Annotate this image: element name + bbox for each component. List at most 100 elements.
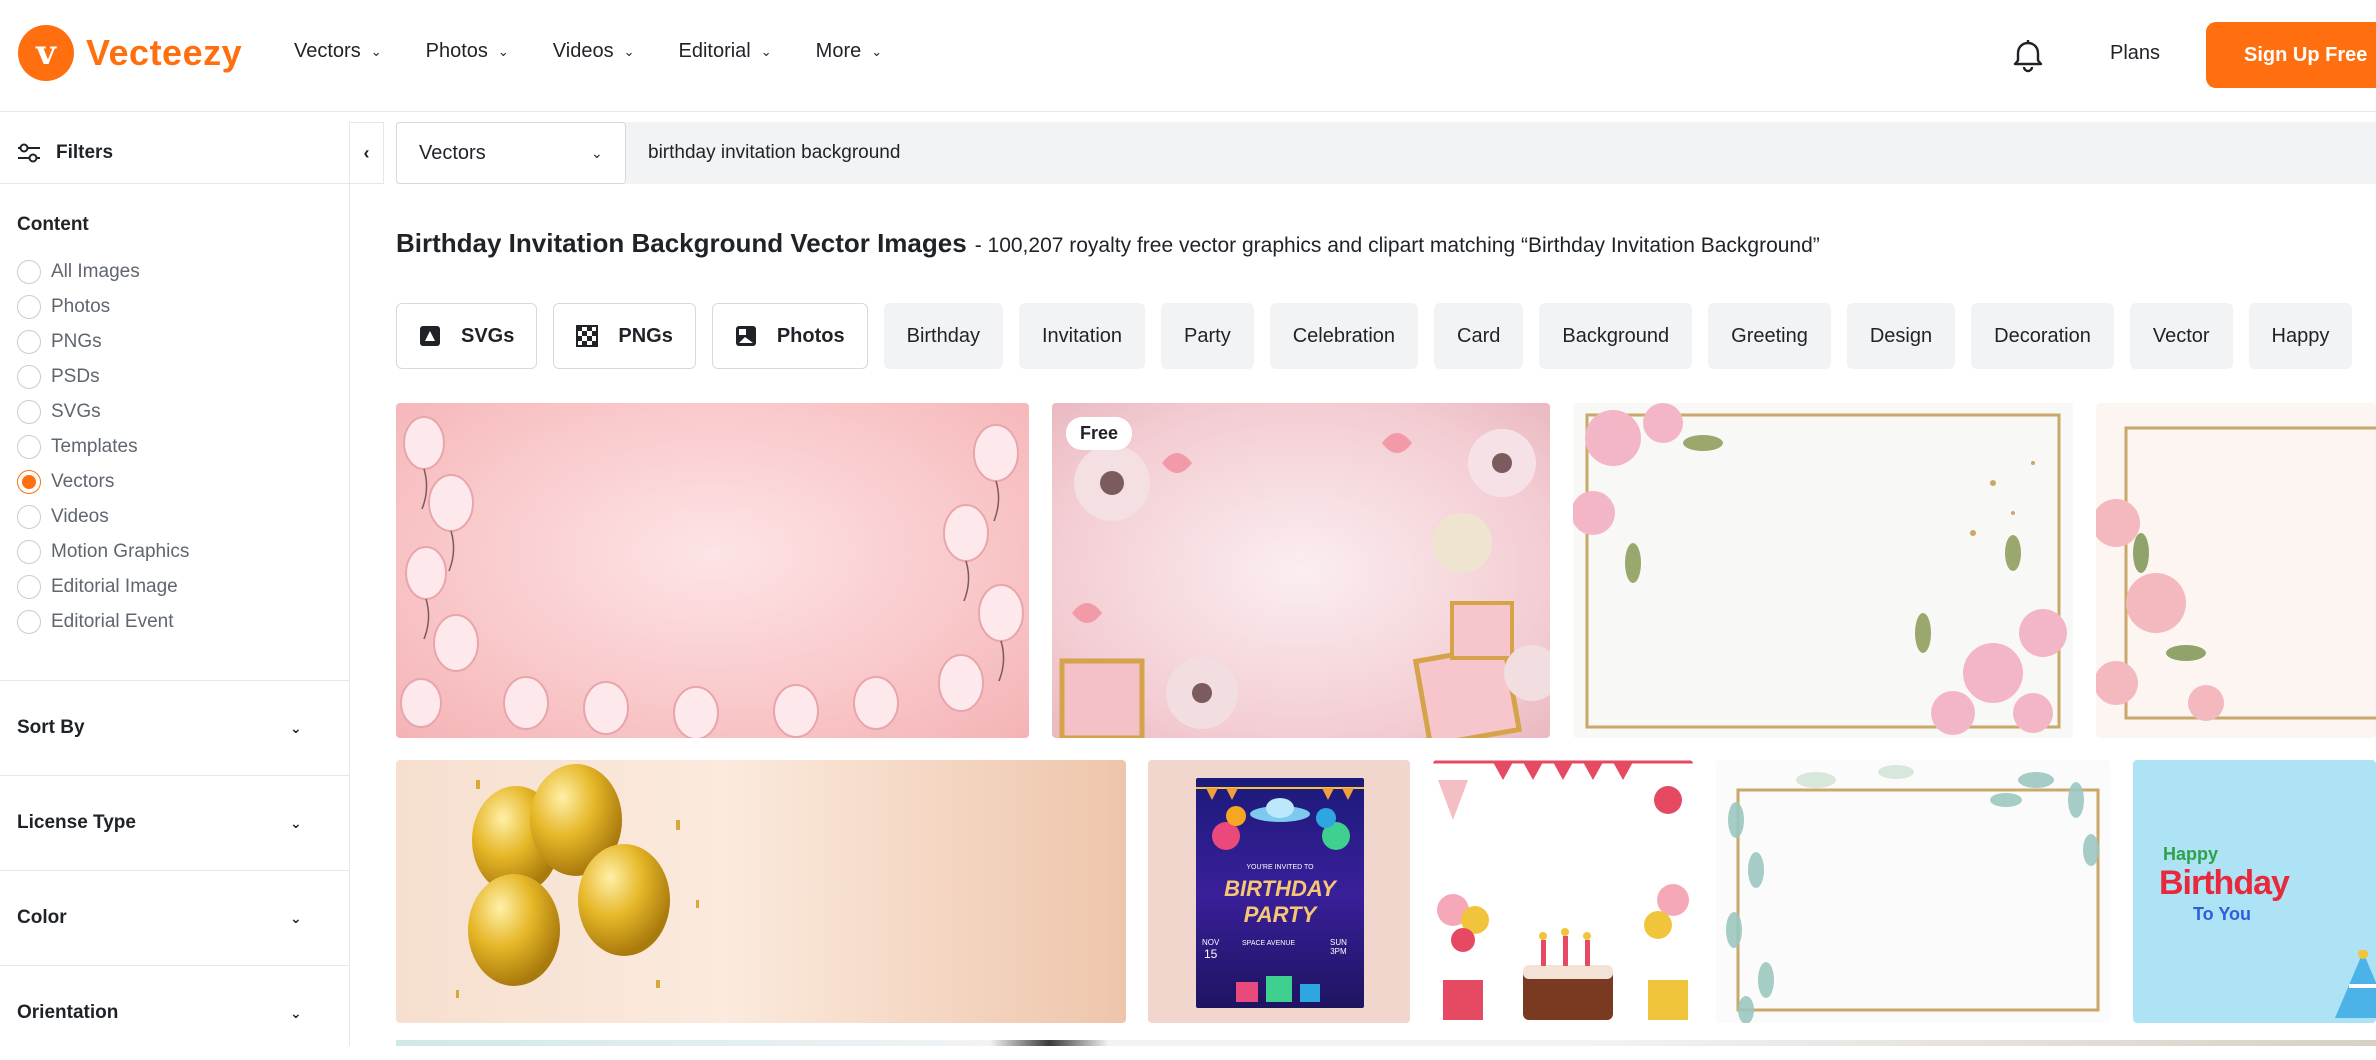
- content-option-editorial-image[interactable]: Editorial Image: [17, 569, 349, 604]
- content-option-pngs[interactable]: PNGs: [17, 324, 349, 359]
- radio-button[interactable]: [17, 504, 41, 529]
- content-option-editorial-event[interactable]: Editorial Event: [17, 604, 349, 639]
- notification-bell-icon[interactable]: [2008, 36, 2048, 76]
- content-option-templates[interactable]: Templates: [17, 429, 349, 464]
- content-type-dropdown[interactable]: Vectors ⌄: [396, 122, 626, 184]
- chevron-down-icon: ⌄: [290, 1004, 302, 1021]
- results-heading: Birthday Invitation Background Vector Im…: [396, 228, 1820, 259]
- chip-pngs[interactable]: PNGs: [553, 303, 696, 369]
- content-option-psds[interactable]: PSDs: [17, 359, 349, 394]
- result-tile-cake-frame[interactable]: [1433, 760, 1693, 1023]
- result-tile-happy-birthday[interactable]: Happy Birthday To You: [2133, 760, 2376, 1023]
- radio-button[interactable]: [17, 364, 41, 389]
- chip-birthday[interactable]: Birthday: [883, 303, 1003, 369]
- nav-videos-label: Videos: [552, 40, 614, 62]
- result-tile-eucalyptus-frame[interactable]: [1716, 760, 2110, 1023]
- result-tile-floral-frame[interactable]: [1573, 403, 2073, 738]
- chip-party[interactable]: Party: [1161, 303, 1254, 369]
- svg-file-icon: [420, 326, 440, 346]
- option-label: SVGs: [51, 400, 101, 422]
- radio-button[interactable]: [17, 399, 41, 424]
- flyer-time: SUN 3PM: [1330, 938, 1347, 956]
- gifts-flowers-illustration: [1059, 429, 1550, 738]
- chip-svgs[interactable]: SVGs: [396, 303, 538, 369]
- nav-editorial[interactable]: Editorial ⌄: [678, 40, 771, 63]
- birthday-text: Birthday: [2159, 864, 2290, 902]
- radio-button[interactable]: [17, 329, 41, 354]
- content-option-photos[interactable]: Photos: [17, 289, 349, 324]
- sort-by-accordion[interactable]: Sort By ⌄: [0, 680, 350, 775]
- chip-label: Decoration: [1994, 324, 2091, 347]
- filters-label: Filters: [56, 141, 114, 163]
- color-label: Color: [17, 907, 67, 928]
- chevron-down-icon: ⌄: [290, 719, 302, 736]
- chip-label: Happy: [2271, 324, 2330, 347]
- nav-vectors[interactable]: Vectors ⌄: [294, 40, 382, 63]
- result-tile-birthday-party-flyer[interactable]: YOU'RE INVITED TO BIRTHDAY PARTY NOV 15 S…: [1148, 760, 1410, 1023]
- content-option-all-images[interactable]: All Images: [17, 254, 349, 289]
- main-nav: Vectors ⌄ Photos ⌄ Videos ⌄ Editorial ⌄ More…: [294, 40, 926, 63]
- nav-videos[interactable]: Videos ⌄: [553, 40, 635, 63]
- flyer-date: NOV 15: [1202, 938, 1219, 961]
- color-accordion[interactable]: Color ⌄: [0, 870, 350, 965]
- content-option-motion-graphics[interactable]: Motion Graphics: [17, 534, 349, 569]
- option-label: All Images: [51, 260, 140, 282]
- result-tile-floral-frame-2[interactable]: [2096, 403, 2376, 738]
- results-subtitle: - 100,207 royalty free vector graphics a…: [974, 234, 1820, 257]
- chip-label: SVGs: [461, 324, 515, 347]
- option-label: PNGs: [51, 330, 102, 352]
- vecteezy-logo[interactable]: v Vecteezy: [18, 25, 242, 81]
- filters-header[interactable]: Filters: [0, 122, 349, 184]
- logo-text: Vecteezy: [86, 32, 243, 73]
- flyer-day: 15: [1203, 947, 1218, 961]
- radio-button[interactable]: [17, 609, 41, 634]
- chip-background[interactable]: Background: [1539, 303, 1693, 369]
- chip-label: Birthday: [906, 324, 980, 347]
- chip-invitation[interactable]: Invitation: [1018, 303, 1146, 369]
- chip-label: Celebration: [1292, 324, 1396, 347]
- result-tile-gifts-flowers[interactable]: Free: [1052, 403, 1550, 738]
- option-label: PSDs: [51, 365, 100, 387]
- option-label: Editorial Event: [51, 610, 174, 632]
- chip-vector[interactable]: Vector: [2129, 303, 2233, 369]
- chevron-down-icon: ⌄: [290, 814, 302, 831]
- chip-label: Party: [1184, 324, 1231, 347]
- content-option-svgs[interactable]: SVGs: [17, 394, 349, 429]
- chevron-down-icon: ⌄: [591, 144, 603, 161]
- free-badge: Free: [1066, 417, 1133, 450]
- sign-up-button[interactable]: Sign Up Free: [2206, 22, 2376, 88]
- radio-button[interactable]: [17, 434, 41, 459]
- chip-happy[interactable]: Happy: [2248, 303, 2353, 369]
- content-option-videos[interactable]: Videos: [17, 499, 349, 534]
- chevron-down-icon: ⌄: [370, 43, 382, 59]
- chip-celebration[interactable]: Celebration: [1269, 303, 1419, 369]
- checker-icon: [576, 325, 599, 347]
- search-input[interactable]: [648, 122, 2348, 184]
- chevron-down-icon: ⌄: [290, 909, 302, 926]
- license-type-accordion[interactable]: License Type ⌄: [0, 775, 350, 870]
- chip-design[interactable]: Design: [1846, 303, 1956, 369]
- nav-more[interactable]: More ⌄: [816, 40, 882, 63]
- party-hat-icon: [2335, 950, 2376, 1018]
- flyer-card: YOU'RE INVITED TO BIRTHDAY PARTY NOV 15 S…: [1196, 778, 1364, 1008]
- radio-button-selected[interactable]: [17, 469, 41, 494]
- plans-link[interactable]: Plans: [2110, 42, 2160, 65]
- result-tile-pink-balloons[interactable]: [396, 403, 1029, 738]
- radio-button[interactable]: [17, 259, 41, 284]
- chip-photos[interactable]: Photos: [711, 303, 868, 369]
- radio-button[interactable]: [17, 539, 41, 564]
- collapse-sidebar-button[interactable]: ‹: [350, 122, 384, 184]
- radio-button[interactable]: [17, 294, 41, 319]
- image-icon: [735, 326, 756, 346]
- chip-decoration[interactable]: Decoration: [1971, 303, 2114, 369]
- option-label: Videos: [51, 505, 109, 527]
- chip-greeting[interactable]: Greeting: [1708, 303, 1831, 369]
- next-row-preview: [396, 1040, 2376, 1046]
- nav-photos[interactable]: Photos ⌄: [426, 40, 509, 63]
- content-filter-section: Content All Images Photos PNGs PSDs SVGs…: [0, 184, 349, 639]
- nav-editorial-label: Editorial: [678, 40, 751, 62]
- chip-card[interactable]: Card: [1434, 303, 1524, 369]
- radio-button[interactable]: [17, 574, 41, 599]
- content-option-vectors[interactable]: Vectors: [17, 464, 349, 499]
- result-tile-golden-balloons[interactable]: [396, 760, 1126, 1023]
